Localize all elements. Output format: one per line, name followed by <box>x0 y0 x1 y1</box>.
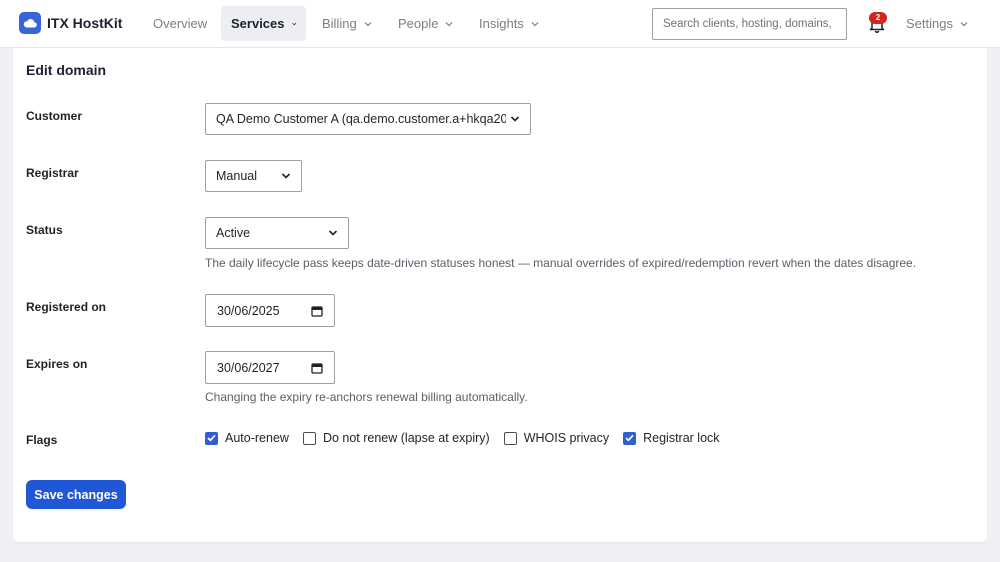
chevron-down-icon <box>364 21 372 26</box>
top-navigation: ITX HostKit Overview Services Billing Pe… <box>0 0 1000 48</box>
flag-do-not-renew[interactable]: Do not renew (lapse at expiry) <box>302 431 490 445</box>
flag-whois-privacy[interactable]: WHOIS privacy <box>503 431 610 445</box>
expires-on-value: 30/06/2027 <box>217 360 280 375</box>
flag-registrar-lock[interactable]: Registrar lock <box>623 431 720 445</box>
edit-domain-card: Edit domain Customer QA Demo Customer A … <box>13 48 987 542</box>
calendar-icon[interactable] <box>311 305 323 317</box>
expires-on-label: Expires on <box>26 357 88 371</box>
auto-renew-label: Auto-renew <box>225 431 289 445</box>
status-label: Status <box>26 223 63 237</box>
whois-privacy-label: WHOIS privacy <box>523 431 610 445</box>
auto-renew-checkbox[interactable] <box>205 431 218 445</box>
customer-select-value: QA Demo Customer A (qa.demo.customer.a+h… <box>216 112 506 126</box>
nav-settings[interactable]: Settings <box>896 6 978 41</box>
registered-on-value: 30/06/2025 <box>217 303 280 318</box>
chevron-down-icon <box>291 22 296 25</box>
registered-on-label: Registered on <box>26 300 107 314</box>
app-name: ITX HostKit <box>47 15 123 31</box>
status-help-text: The daily lifecycle pass keeps date-driv… <box>205 256 917 270</box>
nav-people[interactable]: People <box>388 6 463 41</box>
do-not-renew-label: Do not renew (lapse at expiry) <box>322 431 490 445</box>
customer-label: Customer <box>26 109 83 123</box>
nav-services[interactable]: Services <box>221 6 306 41</box>
do-not-renew-checkbox[interactable] <box>302 431 316 445</box>
registrar-lock-label: Registrar lock <box>643 431 720 445</box>
nav-overview-label: Overview <box>153 16 208 31</box>
chevron-down-icon <box>960 21 968 26</box>
nav-people-label: People <box>398 16 439 31</box>
brand[interactable]: ITX HostKit <box>19 12 122 34</box>
registrar-lock-checkbox[interactable] <box>623 431 637 445</box>
flags-group: Auto-renew Do not renew (lapse at expiry… <box>205 431 734 445</box>
nav-services-label: Services <box>231 16 285 31</box>
save-changes-button[interactable]: Save changes <box>26 480 126 509</box>
registrar-label: Registrar <box>26 166 79 180</box>
status-select-value: Active <box>216 226 251 240</box>
registrar-select-value: Manual <box>216 169 257 183</box>
chevron-down-icon <box>281 173 291 179</box>
nav-settings-label: Settings <box>906 16 953 31</box>
expires-on-help-text: Changing the expiry re-anchors renewal b… <box>205 390 528 404</box>
status-select[interactable]: Active <box>205 217 349 249</box>
expires-on-date-input[interactable]: 30/06/2027 <box>205 351 335 384</box>
nav-insights[interactable]: Insights <box>469 6 549 41</box>
flag-auto-renew[interactable]: Auto-renew <box>205 431 289 445</box>
nav-billing-label: Billing <box>322 16 357 31</box>
check-icon <box>207 434 216 442</box>
flags-label: Flags <box>26 433 58 447</box>
nav-overview[interactable]: Overview <box>143 6 217 41</box>
check-icon <box>625 434 634 442</box>
customer-select[interactable]: QA Demo Customer A (qa.demo.customer.a+h… <box>205 103 531 135</box>
chevron-down-icon <box>510 116 520 122</box>
chevron-down-icon <box>328 230 338 236</box>
cloud-logo-icon <box>19 12 41 34</box>
chevron-down-icon <box>446 21 453 26</box>
registered-on-date-input[interactable]: 30/06/2025 <box>205 294 335 327</box>
nav-insights-label: Insights <box>479 16 524 31</box>
registrar-select[interactable]: Manual <box>205 160 302 192</box>
nav-billing[interactable]: Billing <box>312 6 382 41</box>
whois-privacy-checkbox[interactable] <box>503 431 517 445</box>
calendar-icon[interactable] <box>311 362 323 374</box>
search-input[interactable] <box>652 8 847 40</box>
page-title: Edit domain <box>26 62 107 78</box>
notification-badge: 2 <box>869 12 887 24</box>
chevron-down-icon <box>531 21 539 26</box>
